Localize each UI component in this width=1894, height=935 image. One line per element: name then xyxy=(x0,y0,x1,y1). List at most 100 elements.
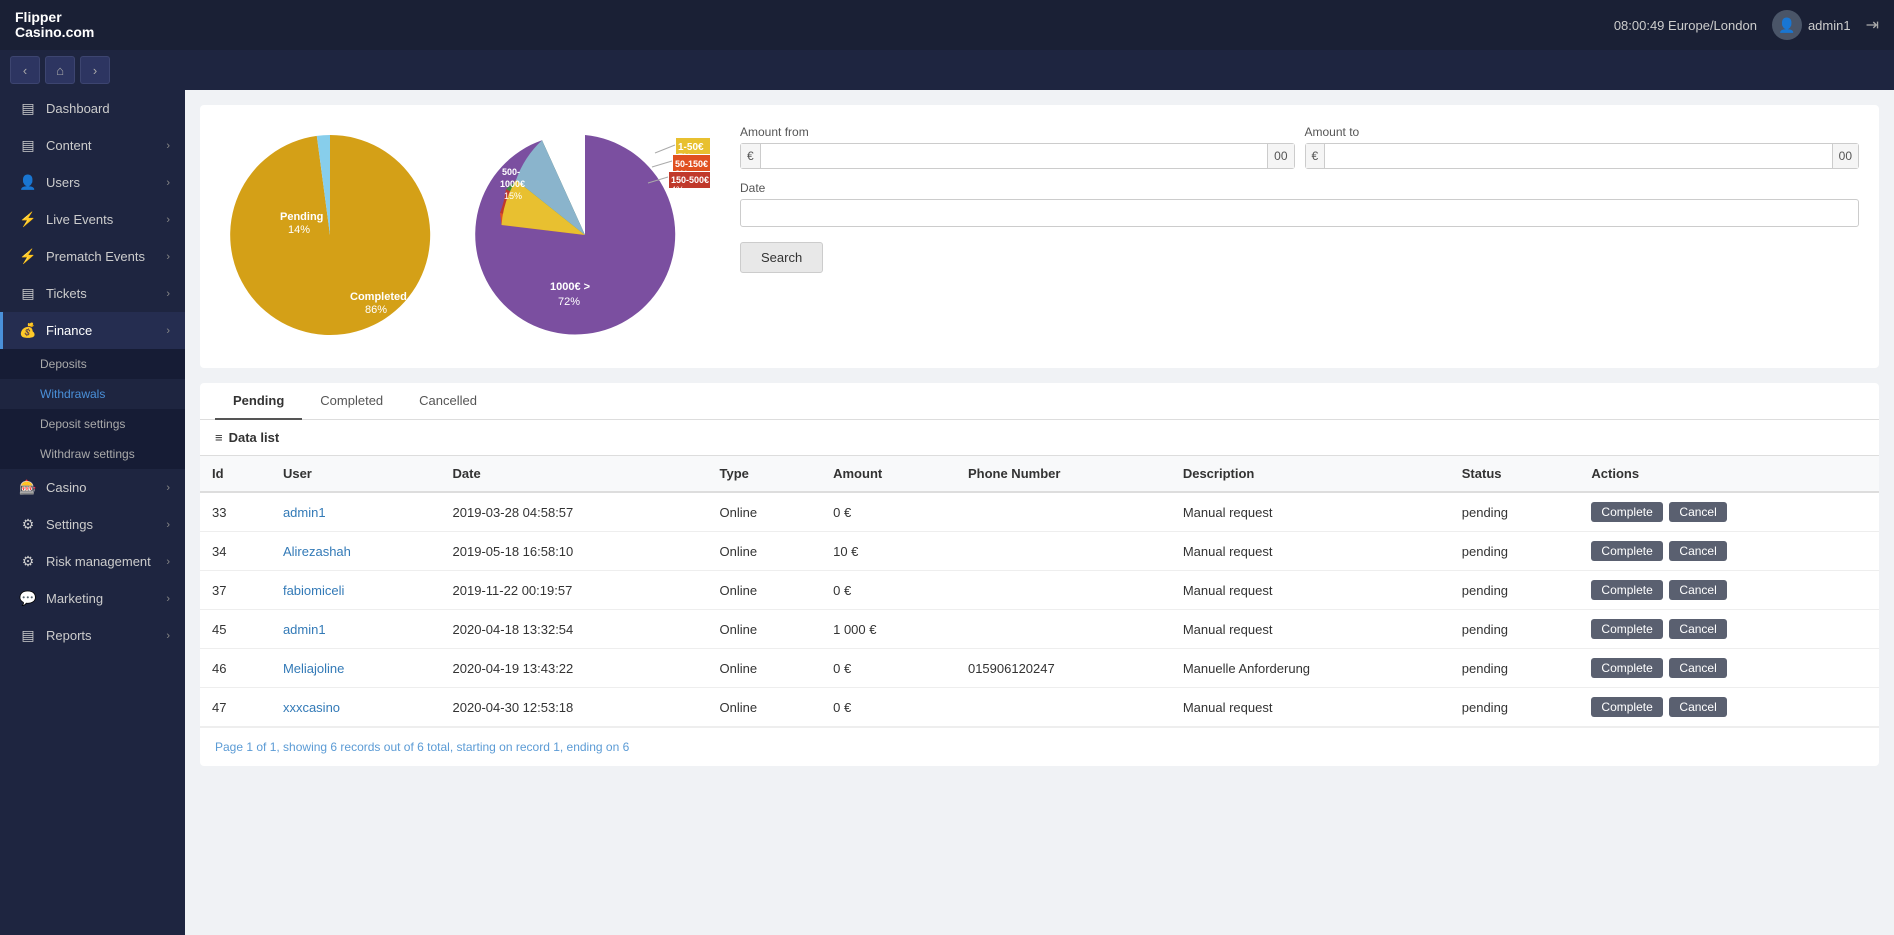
nav-forward-button[interactable]: › xyxy=(80,56,110,84)
chevron-icon: › xyxy=(166,251,170,263)
cell-amount: 0 € xyxy=(821,688,956,727)
cell-user: Meliajoline xyxy=(271,649,441,688)
complete-button[interactable]: Complete xyxy=(1591,541,1662,561)
user-link[interactable]: Alirezashah xyxy=(283,544,351,559)
sidebar-item-label: Casino xyxy=(46,480,166,495)
table-row: 47 xxxcasino 2020-04-30 12:53:18 Online … xyxy=(200,688,1879,727)
table-row: 37 fabiomiceli 2019-11-22 00:19:57 Onlin… xyxy=(200,571,1879,610)
sidebar-item-label: Dashboard xyxy=(46,101,170,116)
cell-type: Online xyxy=(708,492,822,532)
sidebar-item-casino[interactable]: 🎰 Casino › xyxy=(0,469,185,506)
nav-back-button[interactable]: ‹ xyxy=(10,56,40,84)
tabs-header: Pending Completed Cancelled xyxy=(200,383,1879,420)
tab-pending[interactable]: Pending xyxy=(215,383,302,420)
content-icon: ▤ xyxy=(18,137,38,154)
complete-button[interactable]: Complete xyxy=(1591,658,1662,678)
list-icon: ≡ xyxy=(215,430,223,445)
sidebar-item-withdrawals[interactable]: Withdrawals xyxy=(0,379,185,409)
tickets-icon: ▤ xyxy=(18,285,38,302)
nav-home-button[interactable]: ⌂ xyxy=(45,56,75,84)
col-description: Description xyxy=(1171,456,1450,492)
logo-line2: Casino.com xyxy=(15,25,94,40)
col-actions: Actions xyxy=(1579,456,1879,492)
sidebar-item-content[interactable]: ▤ Content › xyxy=(0,127,185,164)
data-header: ≡ Data list xyxy=(200,420,1879,456)
complete-button[interactable]: Complete xyxy=(1591,580,1662,600)
complete-button[interactable]: Complete xyxy=(1591,619,1662,639)
sidebar-item-tickets[interactable]: ▤ Tickets › xyxy=(0,275,185,312)
cancel-button[interactable]: Cancel xyxy=(1669,541,1726,561)
cell-id: 47 xyxy=(200,688,271,727)
cancel-button[interactable]: Cancel xyxy=(1669,658,1726,678)
cell-date: 2020-04-19 13:43:22 xyxy=(441,649,708,688)
cancel-button[interactable]: Cancel xyxy=(1669,697,1726,717)
sidebar-item-reports[interactable]: ▤ Reports › xyxy=(0,617,185,654)
user-link[interactable]: admin1 xyxy=(283,622,326,637)
casino-icon: 🎰 xyxy=(18,479,38,496)
sidebar-item-label: Risk management xyxy=(46,554,166,569)
topbar-right: 08:00:49 Europe/London 👤 admin1 ⇥ xyxy=(1614,10,1879,40)
sidebar-item-deposit-settings[interactable]: Deposit settings xyxy=(0,409,185,439)
date-group: Date xyxy=(740,181,1859,227)
sidebar-item-risk-management[interactable]: ⚙ Risk management › xyxy=(0,543,185,580)
logout-icon[interactable]: ⇥ xyxy=(1866,15,1879,35)
sidebar-item-dashboard[interactable]: ▤ Dashboard xyxy=(0,90,185,127)
complete-button[interactable]: Complete xyxy=(1591,697,1662,717)
sidebar-item-users[interactable]: 👤 Users › xyxy=(0,164,185,201)
settings-icon: ⚙ xyxy=(18,516,38,533)
currency-to: € xyxy=(1306,144,1326,168)
sidebar-item-label: Reports xyxy=(46,628,166,643)
complete-button[interactable]: Complete xyxy=(1591,502,1662,522)
svg-text:1000€ >: 1000€ > xyxy=(550,281,590,293)
currency-from: € xyxy=(741,144,761,168)
sidebar-item-marketing[interactable]: 💬 Marketing › xyxy=(0,580,185,617)
amount-to-wrapper: € 00 xyxy=(1305,143,1860,169)
data-header-text: Data list xyxy=(229,430,280,445)
table-header-row: Id User Date Type Amount Phone Number De… xyxy=(200,456,1879,492)
amount-to-group: Amount to € 00 xyxy=(1305,125,1860,169)
amount-from-input[interactable] xyxy=(761,144,1267,168)
main-layout: ▤ Dashboard ▤ Content › 👤 Users › ⚡ Live… xyxy=(0,90,1894,935)
user-link[interactable]: Meliajoline xyxy=(283,661,344,676)
sidebar-item-live-events[interactable]: ⚡ Live Events › xyxy=(0,201,185,238)
cell-description: Manual request xyxy=(1171,492,1450,532)
user-link[interactable]: fabiomiceli xyxy=(283,583,344,598)
sidebar-item-settings[interactable]: ⚙ Settings › xyxy=(0,506,185,543)
user-link[interactable]: xxxcasino xyxy=(283,700,340,715)
tab-cancelled[interactable]: Cancelled xyxy=(401,383,495,420)
cell-status: pending xyxy=(1450,610,1580,649)
chevron-icon: › xyxy=(166,140,170,152)
date-input[interactable] xyxy=(740,199,1859,227)
live-events-icon: ⚡ xyxy=(18,211,38,228)
risk-icon: ⚙ xyxy=(18,553,38,570)
sidebar-item-withdraw-settings[interactable]: Withdraw settings xyxy=(0,439,185,469)
cell-date: 2019-03-28 04:58:57 xyxy=(441,492,708,532)
cell-date: 2020-04-30 12:53:18 xyxy=(441,688,708,727)
cancel-button[interactable]: Cancel xyxy=(1669,619,1726,639)
cell-id: 37 xyxy=(200,571,271,610)
svg-text:50-150€: 50-150€ xyxy=(675,159,708,169)
user-link[interactable]: admin1 xyxy=(283,505,326,520)
cents-to: 00 xyxy=(1832,144,1858,168)
cell-status: pending xyxy=(1450,532,1580,571)
cell-date: 2019-11-22 00:19:57 xyxy=(441,571,708,610)
marketing-icon: 💬 xyxy=(18,590,38,607)
amount-to-input[interactable] xyxy=(1325,144,1831,168)
cell-id: 34 xyxy=(200,532,271,571)
cell-amount: 1 000 € xyxy=(821,610,956,649)
sidebar-item-prematch-events[interactable]: ⚡ Prematch Events › xyxy=(0,238,185,275)
cancel-button[interactable]: Cancel xyxy=(1669,502,1726,522)
cell-amount: 0 € xyxy=(821,492,956,532)
tab-completed[interactable]: Completed xyxy=(302,383,401,420)
table-row: 34 Alirezashah 2019-05-18 16:58:10 Onlin… xyxy=(200,532,1879,571)
svg-text:15%: 15% xyxy=(504,191,522,201)
search-button[interactable]: Search xyxy=(740,242,823,273)
sidebar-item-deposits[interactable]: Deposits xyxy=(0,349,185,379)
cell-type: Online xyxy=(708,532,822,571)
data-section: Pending Completed Cancelled ≡ Data list … xyxy=(200,383,1879,766)
sidebar-item-finance[interactable]: 💰 Finance › xyxy=(0,312,185,349)
cancel-button[interactable]: Cancel xyxy=(1669,580,1726,600)
cell-amount: 10 € xyxy=(821,532,956,571)
reports-icon: ▤ xyxy=(18,627,38,644)
finance-submenu: Deposits Withdrawals Deposit settings Wi… xyxy=(0,349,185,469)
